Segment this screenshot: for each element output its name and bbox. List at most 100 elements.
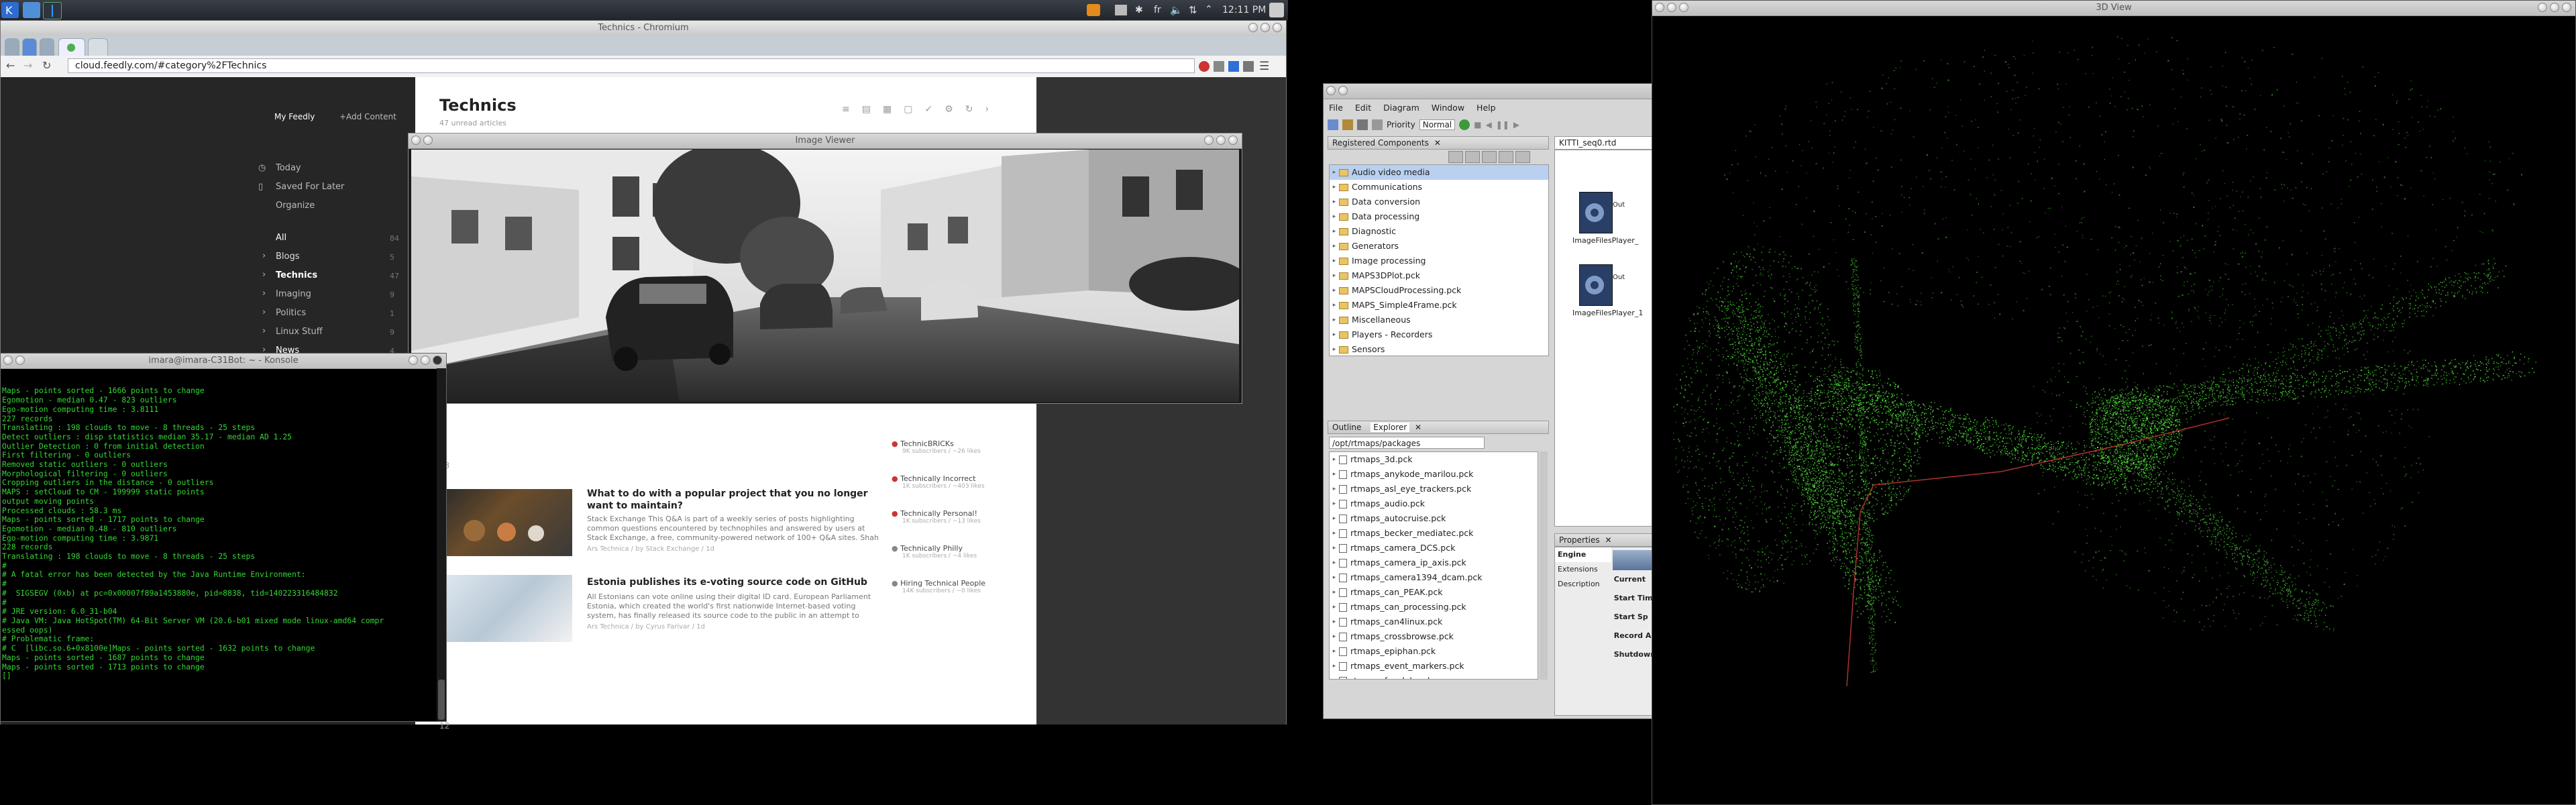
- package-file[interactable]: ▸ rtmaps_event_markers.pck: [1330, 659, 1538, 674]
- port-label[interactable]: Out: [1613, 201, 1625, 209]
- diagram-canvas[interactable]: Out ImageFilesPlayer_ Out ImageFilesPlay…: [1554, 150, 1656, 527]
- expand-arrow-icon[interactable]: ▸: [1330, 165, 1339, 180]
- kde-menu-icon[interactable]: K: [1, 2, 19, 18]
- expand-arrow-icon[interactable]: ▸: [1330, 452, 1339, 467]
- expand-arrow-icon[interactable]: ▸: [1330, 555, 1339, 570]
- close-icon[interactable]: [1273, 23, 1282, 32]
- maximize-icon[interactable]: [1216, 136, 1226, 145]
- article-title[interactable]: Estonia publishes its e-voting source co…: [587, 576, 882, 588]
- menu-window[interactable]: Window: [1432, 103, 1464, 113]
- component-category[interactable]: ▸ Generators: [1330, 239, 1548, 254]
- chevron-right-icon[interactable]: ›: [262, 270, 266, 280]
- nav-today[interactable]: Today: [276, 163, 301, 173]
- expand-arrow-icon[interactable]: ▸: [1330, 239, 1339, 254]
- pin-icon[interactable]: [423, 136, 433, 145]
- close-icon[interactable]: [1228, 136, 1238, 145]
- close-icon[interactable]: ✕: [1434, 138, 1441, 148]
- close-icon[interactable]: ✕: [1415, 423, 1421, 432]
- component-category[interactable]: ▸ Diagnostic: [1330, 224, 1548, 239]
- component-category[interactable]: ▸ Miscellaneous: [1330, 313, 1548, 327]
- expand-icon[interactable]: [1465, 151, 1480, 163]
- expand-arrow-icon[interactable]: ▸: [1330, 195, 1339, 209]
- explorer-path-select[interactable]: /opt/rtmaps/packages: [1329, 437, 1485, 449]
- maximize-icon[interactable]: [421, 356, 430, 365]
- network-icon[interactable]: ⇅: [1189, 4, 1197, 16]
- expand-arrow-icon[interactable]: ▸: [1330, 659, 1339, 674]
- package-file[interactable]: ▸ rtmaps_crossbrowse.pck: [1330, 629, 1538, 644]
- next-icon[interactable]: ›: [985, 104, 989, 115]
- component-category[interactable]: ▸ MAPS_Simple4Frame.pck: [1330, 298, 1548, 313]
- package-file[interactable]: ▸ rtmaps_audio.pck: [1330, 496, 1538, 511]
- tab-diagram[interactable]: KITTI_seq0.rtd: [1554, 136, 1655, 150]
- point-cloud-canvas[interactable]: [1652, 15, 2575, 804]
- expand-arrow-icon[interactable]: ▸: [1330, 526, 1339, 541]
- filter-icon[interactable]: [1499, 151, 1513, 163]
- new-tab-button[interactable]: [88, 38, 108, 56]
- source-item[interactable]: ● Technically Personal! 1K subscribers /…: [892, 509, 1032, 544]
- package-file[interactable]: ▸ rtmaps_epiphan.pck: [1330, 644, 1538, 659]
- expand-arrow-icon[interactable]: ▸: [1330, 600, 1339, 614]
- play-icon[interactable]: ▶: [1513, 120, 1519, 129]
- component-category[interactable]: ▸ Audio video media: [1330, 165, 1548, 180]
- nav-saved[interactable]: Saved For Later: [276, 182, 344, 192]
- list-view-icon[interactable]: ≡: [842, 104, 850, 115]
- pin-icon[interactable]: [1667, 3, 1676, 12]
- pin-icon[interactable]: [1338, 86, 1348, 95]
- pin-icon[interactable]: [15, 356, 25, 365]
- package-file[interactable]: ▸ rtmaps_asl_eye_trackers.pck: [1330, 482, 1538, 496]
- expand-arrow-icon[interactable]: ▸: [1330, 180, 1339, 195]
- stop-icon[interactable]: ■: [1474, 120, 1481, 129]
- close-icon[interactable]: ✕: [1605, 535, 1611, 545]
- category-linux[interactable]: Linux Stuff: [276, 327, 323, 337]
- view-3d-titlebar[interactable]: 3D View: [1652, 1, 2575, 16]
- forward-icon[interactable]: →: [23, 59, 32, 72]
- minimize-icon[interactable]: [409, 356, 418, 365]
- tree-view-icon[interactable]: [1448, 151, 1463, 163]
- category-imaging[interactable]: Imaging: [276, 289, 311, 299]
- rtmaps-titlebar[interactable]: [1324, 84, 1655, 99]
- notification-arrow-icon[interactable]: ⌃: [1205, 4, 1213, 15]
- expand-arrow-icon[interactable]: ▸: [1330, 283, 1339, 298]
- package-file[interactable]: ▸ rtmaps_autocruise.pck: [1330, 511, 1538, 526]
- port-label[interactable]: Out: [1613, 274, 1625, 281]
- back-icon[interactable]: ←: [6, 59, 15, 72]
- component-category[interactable]: ▸ MAPS3DPlot.pck: [1330, 268, 1548, 283]
- category-politics[interactable]: Politics: [276, 308, 306, 318]
- explorer-scrollbar[interactable]: [1540, 451, 1548, 680]
- desktop-toolbox-icon[interactable]: [1269, 3, 1284, 17]
- expand-arrow-icon[interactable]: ▸: [1330, 313, 1339, 327]
- component-category[interactable]: ▸ Players - Recorders: [1330, 327, 1548, 342]
- package-file[interactable]: ▸ rtmaps_camera_ip_axis.pck: [1330, 555, 1538, 570]
- source-item[interactable]: ● Hiring Technical People 14K subscriber…: [892, 579, 1032, 614]
- component-category[interactable]: ▸ MAPSCloudProcessing.pck: [1330, 283, 1548, 298]
- component-category[interactable]: ▸ Sensors: [1330, 342, 1548, 356]
- expand-arrow-icon[interactable]: ▸: [1330, 629, 1339, 644]
- record-icon[interactable]: [1372, 119, 1383, 130]
- image-viewer-titlebar[interactable]: Image Viewer: [409, 133, 1242, 149]
- update-notifier-icon[interactable]: [1087, 4, 1100, 16]
- priority-select[interactable]: Normal: [1419, 119, 1455, 130]
- extension-2-icon[interactable]: [1228, 61, 1239, 72]
- terminal-scrollbar[interactable]: [437, 368, 446, 721]
- source-item[interactable]: ● Technically Incorrect 1K subscribers /…: [892, 474, 1032, 509]
- menu-icon[interactable]: [1655, 3, 1664, 12]
- scrollbar-thumb[interactable]: [438, 680, 445, 720]
- expand-arrow-icon[interactable]: ▸: [1330, 467, 1339, 482]
- extension-icon[interactable]: [1199, 61, 1210, 72]
- expand-arrow-icon[interactable]: ▸: [1330, 614, 1339, 629]
- tab-apps[interactable]: [5, 38, 19, 56]
- run-icon[interactable]: [1459, 119, 1470, 130]
- cards-view-icon[interactable]: ▦: [883, 104, 892, 115]
- new-diagram-icon[interactable]: [1328, 119, 1338, 130]
- package-file[interactable]: ▸ rtmaps_can_processing.pck: [1330, 600, 1538, 614]
- menu-icon[interactable]: ☰: [1259, 60, 1269, 73]
- prop-tab-description[interactable]: Description: [1555, 577, 1611, 592]
- menu-diagram[interactable]: Diagram: [1383, 103, 1419, 113]
- package-file[interactable]: ▸ rtmaps_anykode_marilou.pck: [1330, 467, 1538, 482]
- expand-arrow-icon[interactable]: ▸: [1330, 209, 1339, 224]
- clipboard-icon[interactable]: [1115, 5, 1127, 15]
- package-file[interactable]: ▸ rtmaps_camera_DCS.pck: [1330, 541, 1538, 555]
- tab-my-feedly[interactable]: My Feedly: [274, 112, 315, 121]
- sort-icon[interactable]: [1482, 151, 1497, 163]
- magazine-view-icon[interactable]: ▤: [862, 104, 871, 115]
